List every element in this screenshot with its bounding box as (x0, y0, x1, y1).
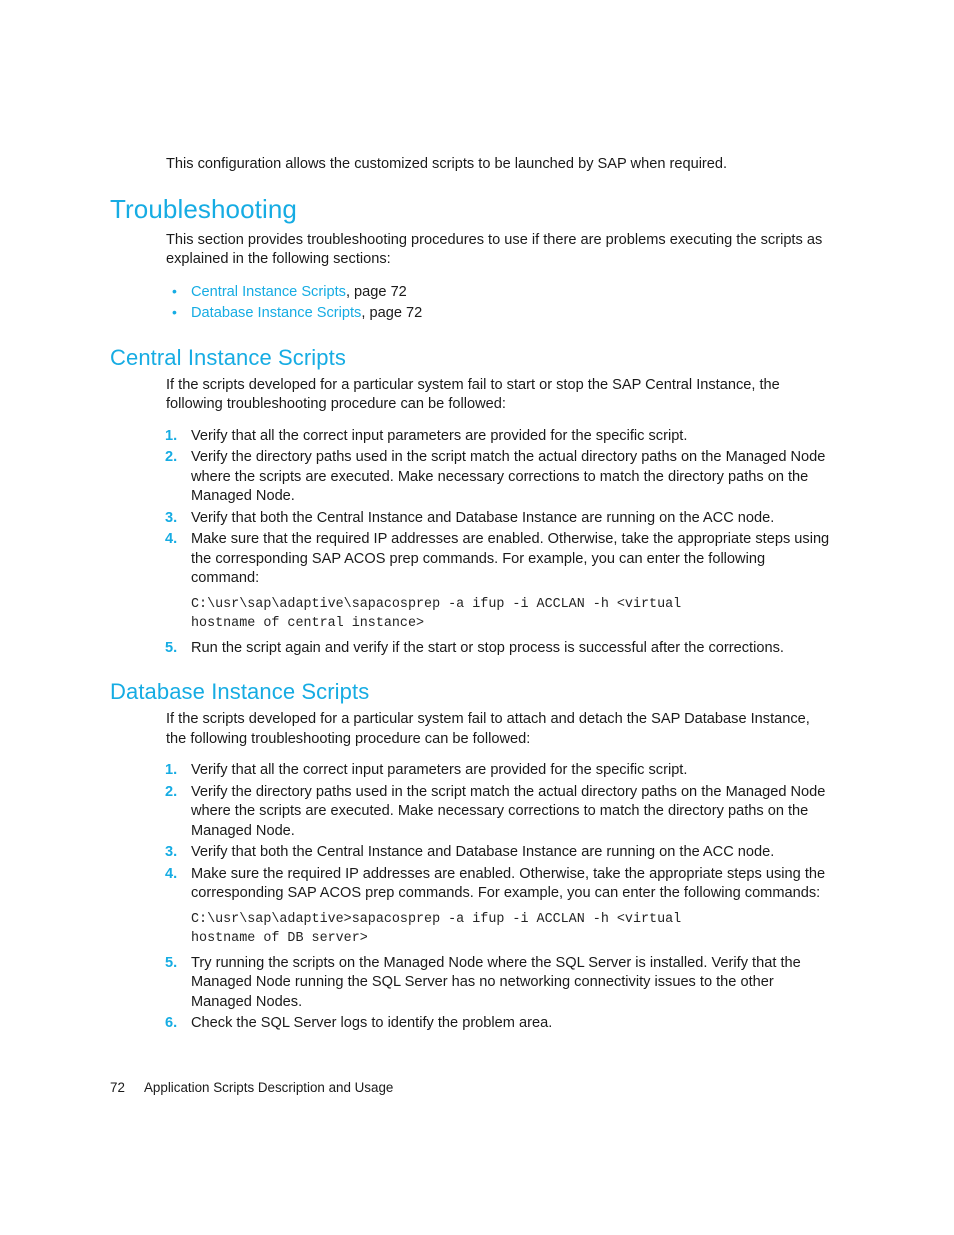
step-number: 1. (165, 762, 178, 778)
step-item: 5. Run the script again and verify if th… (165, 639, 832, 659)
step-text: Verify that both the Central Instance an… (191, 844, 775, 860)
step-number: 2. (165, 449, 178, 465)
step-number: 1. (165, 427, 178, 444)
central-instance-intro: If the scripts developed for a particula… (166, 376, 780, 413)
step-text: Make sure that the required IP addresses… (191, 531, 830, 586)
code-block-database-instance: C:\usr\sap\adaptive>sapacosprep -a ifup … (191, 911, 682, 946)
step-item: 2. Verify the directory paths used in th… (165, 783, 832, 842)
step-item: 3. Verify that both the Central Instance… (165, 843, 832, 863)
step-number: 3. (165, 509, 178, 526)
step-item: 1. Verify that all the correct input par… (165, 761, 832, 781)
footer-chapter-title: Application Scripts Description and Usag… (144, 1080, 394, 1095)
link-page-ref: , page 72 (361, 304, 423, 321)
step-item: 6. Check the SQL Server logs to identify… (165, 1014, 832, 1034)
step-item: 4. Make sure that the required IP addres… (165, 530, 832, 633)
page-content: This configuration allows the customized… (110, 155, 832, 1036)
troubleshooting-section-links: Central Instance Scripts, page 72 Databa… (172, 281, 832, 324)
step-item: 3. Verify that both the Central Instance… (165, 509, 832, 529)
database-instance-intro: If the scripts developed for a particula… (166, 711, 810, 747)
central-instance-steps: 1. Verify that all the correct input par… (165, 427, 832, 659)
heading-database-instance-scripts: Database Instance Scripts (110, 679, 370, 704)
step-text: Verify that all the correct input parame… (191, 427, 688, 444)
step-number: 5. (165, 639, 178, 656)
page-footer: 72 Application Scripts Description and Us… (110, 1079, 832, 1097)
step-number: 4. (165, 865, 178, 882)
step-item: 4. Make sure the required IP addresses a… (165, 865, 832, 948)
step-number: 4. (165, 531, 178, 547)
intro-paragraph: This configuration allows the customized… (166, 156, 728, 172)
page-number: 72 (110, 1080, 125, 1095)
step-text: Verify that both the Central Instance an… (191, 509, 775, 526)
list-item: Central Instance Scripts, page 72 (172, 281, 832, 303)
step-text: Check the SQL Server logs to identify th… (191, 1015, 553, 1031)
code-block-central-instance: C:\usr\sap\adaptive\sapacosprep -a ifup … (191, 596, 682, 631)
list-item: Database Instance Scripts, page 72 (172, 302, 832, 324)
step-item: 2. Verify the directory paths used in th… (165, 448, 832, 507)
step-text: Verify that all the correct input parame… (191, 762, 688, 778)
heading-troubleshooting: Troubleshooting (110, 193, 297, 224)
step-text: Verify the directory paths used in the s… (191, 783, 826, 839)
link-page-ref: , page 72 (345, 283, 407, 300)
step-number: 2. (165, 783, 178, 800)
step-number: 5. (165, 954, 178, 971)
document-page: This configuration allows the customized… (0, 0, 954, 1235)
step-text: Verify the directory paths used in the s… (191, 449, 826, 504)
step-text: Try running the scripts on the Managed N… (191, 954, 801, 1010)
step-item: 1. Verify that all the correct input par… (165, 427, 832, 447)
step-number: 6. (165, 1015, 178, 1031)
troubleshooting-intro: This section provides troubleshooting pr… (166, 231, 823, 268)
step-item: 5. Try running the scripts on the Manage… (165, 954, 832, 1013)
link-database-instance-scripts[interactable]: Database Instance Scripts (191, 305, 361, 321)
heading-central-instance-scripts: Central Instance Scripts (110, 344, 346, 370)
step-number: 3. (165, 844, 178, 860)
step-text: Run the script again and verify if the s… (191, 639, 784, 656)
step-text: Make sure the required IP addresses are … (191, 865, 826, 902)
link-central-instance-scripts[interactable]: Central Instance Scripts (191, 284, 346, 300)
database-instance-steps: 1. Verify that all the correct input par… (165, 761, 832, 1034)
